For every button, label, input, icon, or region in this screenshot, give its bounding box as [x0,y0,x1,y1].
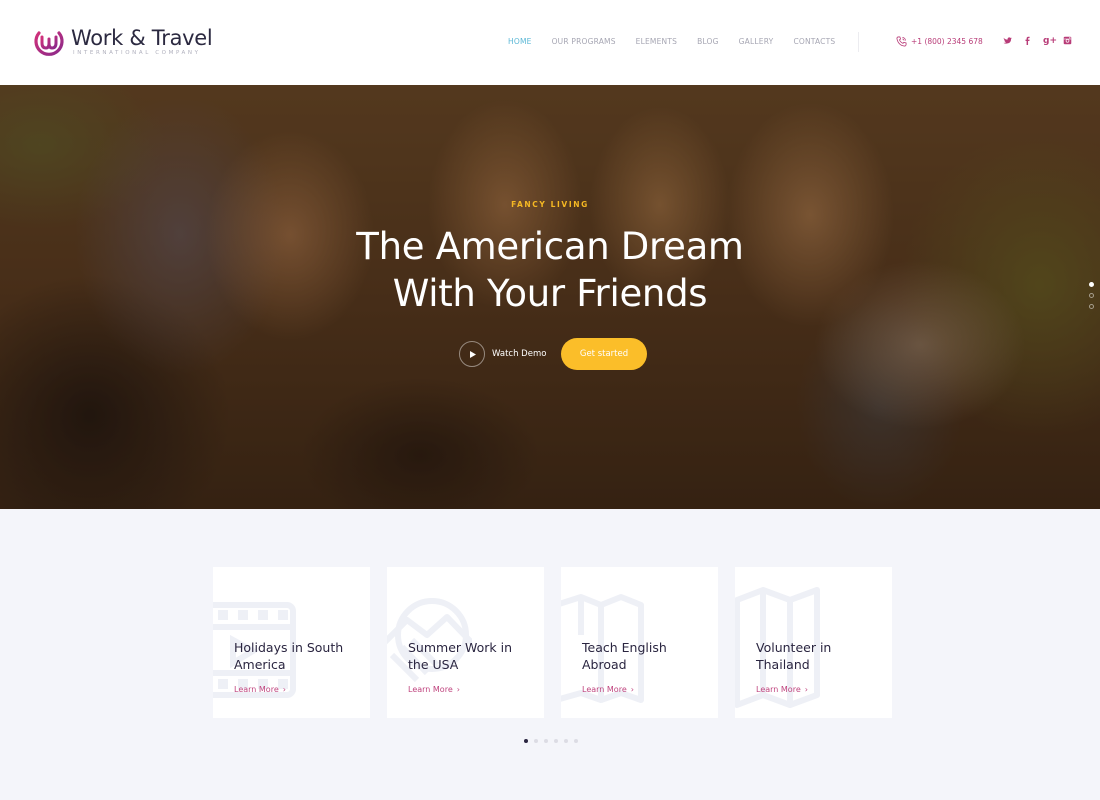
slide-dot-2[interactable] [1089,293,1094,298]
program-card[interactable]: Summer Work in the USA Learn More › [387,567,544,718]
carousel-dot-3[interactable] [544,739,548,743]
carousel-dot-4[interactable] [554,739,558,743]
learn-more-label: Learn More [582,685,627,694]
program-card-title: Volunteer in Thailand [756,640,832,672]
nav-item-blog[interactable]: BLOG [697,37,719,46]
nav-item-our-programs[interactable]: OUR PROGRAMS [552,37,616,46]
play-button[interactable] [459,341,485,367]
logo-text: Work & Travel INTERNATIONAL COMPANY [71,25,213,56]
logo[interactable]: Work & Travel INTERNATIONAL COMPANY [32,24,213,58]
watch-demo-label: Watch Demo [492,349,547,359]
main-nav: HOME OUR PROGRAMS ELEMENTS BLOG GALLERY … [508,37,855,46]
site-header: Work & Travel INTERNATIONAL COMPANY HOME… [0,0,1100,85]
learn-more-label: Learn More [234,685,279,694]
hero-slider-pagination [1089,282,1094,315]
carousel-dot-6[interactable] [574,739,578,743]
learn-more-link[interactable]: Learn More › [234,685,286,694]
learn-more-link[interactable]: Learn More › [756,685,808,694]
carousel-dot-2[interactable] [534,739,538,743]
nav-item-contacts[interactable]: CONTACTS [793,37,835,46]
hero-slider: FANCY LIVING The American Dream With You… [0,85,1100,509]
program-card[interactable]: Teach English Abroad Learn More › [561,567,718,718]
programs-carousel-pagination [524,739,584,743]
nav-divider [858,32,859,52]
social-links: g+ [1003,35,1083,47]
chevron-right-icon: › [630,685,634,694]
phone-icon [896,36,907,47]
twitter-icon[interactable] [1003,35,1013,47]
chevron-right-icon: › [282,685,286,694]
learn-more-link[interactable]: Learn More › [408,685,460,694]
get-started-button[interactable]: Get started [561,338,647,370]
logo-subtitle: INTERNATIONAL COMPANY [73,49,201,56]
chevron-right-icon: › [456,685,460,694]
w-circle-logo-icon [34,31,64,56]
nav-item-gallery[interactable]: GALLERY [739,37,774,46]
program-card[interactable]: Volunteer in Thailand Learn More › [735,567,892,718]
program-card-title: Holidays in South America [234,640,344,672]
learn-more-link[interactable]: Learn More › [582,685,634,694]
carousel-dot-1[interactable] [524,739,528,743]
slide-dot-1[interactable] [1089,282,1094,287]
program-card-title: Summer Work in the USA [408,640,513,672]
carousel-dot-5[interactable] [564,739,568,743]
chevron-right-icon: › [804,685,808,694]
phone-number: +1 (800) 2345 678 [911,37,983,46]
program-card-title: Teach English Abroad [582,640,667,672]
logo-title: Work & Travel [71,25,213,50]
play-icon [470,350,476,358]
instagram-icon[interactable] [1063,35,1073,47]
program-card[interactable]: Holidays in South America Learn More › [213,567,370,718]
nav-item-home[interactable]: HOME [508,37,532,46]
hero-title: The American Dream With Your Friends [0,223,1100,317]
learn-more-label: Learn More [756,685,801,694]
programs-carousel: Holidays in South America Learn More › Su… [213,567,909,718]
hero-title-line-2: With Your Friends [392,272,708,315]
facebook-icon[interactable] [1023,35,1033,47]
watch-demo-button[interactable]: Watch Demo [459,341,546,367]
slide-dot-3[interactable] [1089,304,1094,309]
hero-eyebrow: FANCY LIVING [511,200,589,209]
hero-title-line-1: The American Dream [356,225,744,268]
phone-link[interactable]: +1 (800) 2345 678 [896,36,983,47]
nav-item-elements[interactable]: ELEMENTS [636,37,677,46]
learn-more-label: Learn More [408,685,453,694]
google-plus-icon[interactable]: g+ [1043,35,1057,47]
